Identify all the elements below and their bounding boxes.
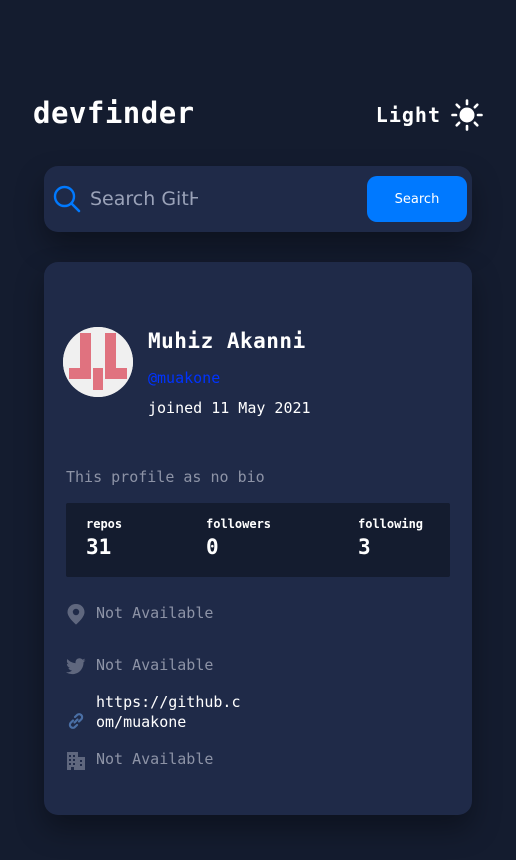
stat-repos: repos 31: [86, 517, 122, 559]
profile-name: Muhiz Akanni: [148, 329, 306, 353]
theme-toggle-label: Light: [375, 103, 441, 127]
profile-card: Muhiz Akanni @muakone joined 11 May 2021…: [44, 262, 472, 815]
profile-username-link[interactable]: @muakone: [148, 369, 220, 387]
joined-date: joined 11 May 2021: [148, 399, 311, 417]
stat-label: following: [358, 517, 424, 531]
avatar: [63, 327, 133, 397]
blog-link[interactable]: https://github.com/muakone: [96, 692, 246, 732]
company-row: Not Available: [66, 749, 213, 771]
twitter-icon: [66, 658, 86, 675]
stat-following: following 3: [358, 517, 423, 559]
theme-toggle[interactable]: Light: [376, 98, 483, 132]
sun-icon: [451, 99, 483, 131]
logo: devfinder: [33, 96, 195, 130]
search-icon: [53, 185, 81, 213]
building-icon: [67, 752, 85, 770]
stat-label: repos: [86, 517, 123, 531]
twitter-row: Not Available: [66, 655, 213, 677]
avatar-identicon: [63, 327, 133, 397]
search-bar: Search: [44, 166, 472, 232]
stat-value: 3: [358, 535, 371, 559]
location-text: Not Available: [96, 604, 214, 622]
search-input[interactable]: [90, 184, 198, 214]
location-pin-icon: [67, 604, 85, 625]
stat-label: followers: [206, 517, 272, 531]
link-icon: [68, 713, 84, 729]
blog-row[interactable]: https://github.com/muakone: [66, 692, 246, 732]
twitter-text: Not Available: [96, 656, 214, 674]
profile-bio: This profile as no bio: [66, 468, 265, 486]
location-row: Not Available: [66, 603, 213, 625]
company-text: Not Available: [96, 750, 214, 768]
stat-value: 31: [86, 535, 112, 559]
stat-value: 0: [206, 535, 219, 559]
stat-followers: followers 0: [206, 517, 271, 559]
header: devfinder Light: [33, 92, 483, 136]
search-button[interactable]: Search: [367, 176, 467, 222]
stats-panel: repos 31 followers 0 following 3: [66, 503, 450, 577]
